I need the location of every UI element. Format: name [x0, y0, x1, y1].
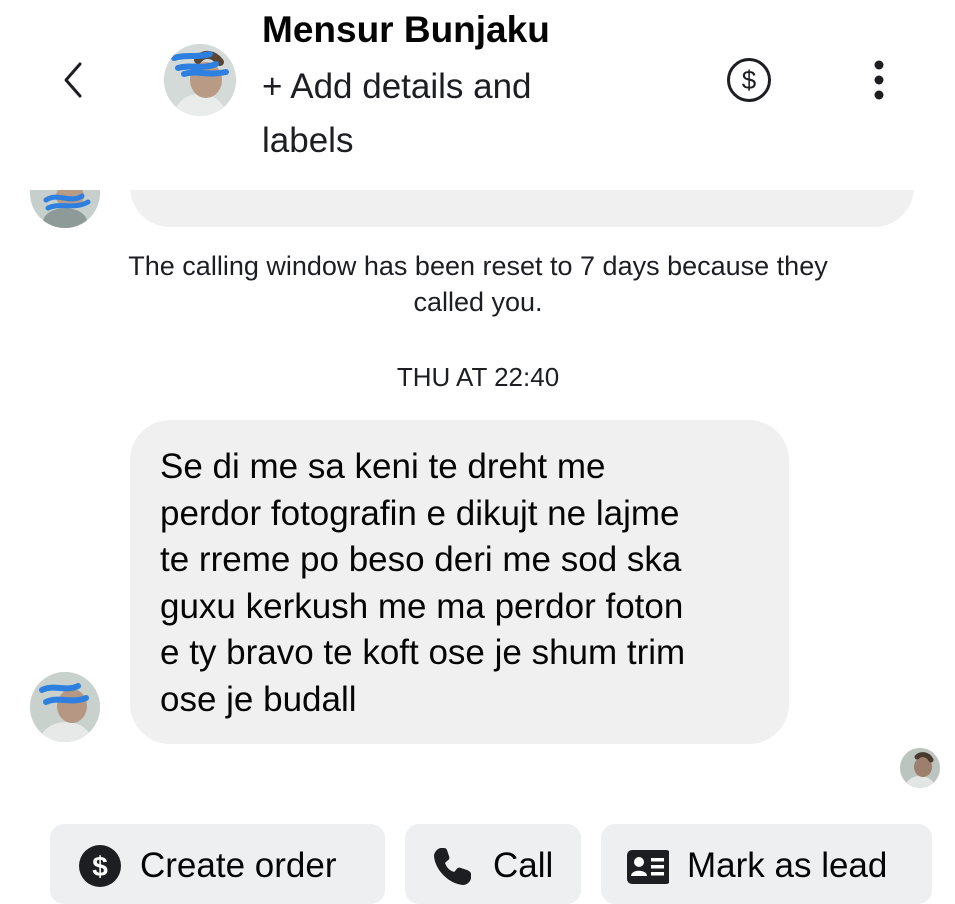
svg-text:$: $	[742, 65, 757, 95]
payment-button[interactable]: $	[726, 57, 772, 103]
chevron-left-icon	[64, 62, 82, 98]
message-timestamp: THU AT 22:40	[396, 362, 560, 392]
add-details-and-labels-link[interactable]: + Add details and labels	[262, 60, 592, 168]
incoming-message-bubble[interactable]: Se di me sa keni te dreht me perdor foto…	[130, 420, 789, 744]
calling-window-notice: The calling window has been reset to 7 d…	[128, 251, 828, 317]
back-button[interactable]	[58, 60, 88, 100]
contact-card-icon	[627, 850, 669, 884]
more-options-button[interactable]	[864, 55, 894, 105]
phone-icon	[434, 848, 471, 885]
create-order-label: Create order	[140, 846, 337, 885]
read-receipt-avatar	[900, 748, 940, 788]
dollar-circle-icon: $	[79, 845, 121, 887]
more-vertical-icon	[874, 60, 884, 100]
call-button[interactable]: Call	[405, 824, 581, 904]
sender-avatar[interactable]	[30, 672, 100, 742]
contact-avatar[interactable]	[164, 44, 236, 116]
svg-text:$: $	[92, 851, 108, 882]
contact-name[interactable]: Mensur Bunjaku	[262, 8, 550, 52]
mark-as-lead-label: Mark as lead	[687, 846, 888, 885]
call-label: Call	[493, 846, 554, 885]
dollar-circle-icon: $	[727, 58, 771, 102]
create-order-button[interactable]: $ Create order	[50, 824, 385, 904]
message-text: Se di me sa keni te dreht me perdor foto…	[160, 447, 686, 719]
mark-as-lead-button[interactable]: Mark as lead	[601, 824, 932, 904]
